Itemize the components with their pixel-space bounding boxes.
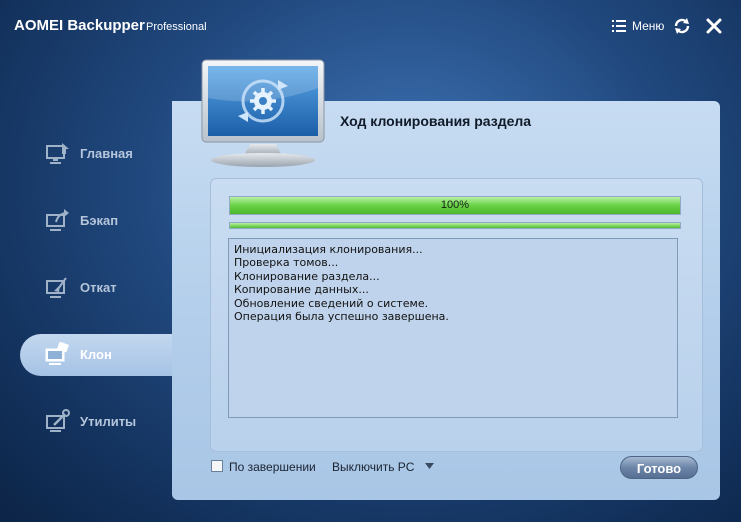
progress-percent: 100% (440, 199, 470, 211)
page-title: Ход клонирования раздела (340, 113, 532, 129)
sidebar-item-clone[interactable]: Клон (20, 334, 180, 376)
app-name: AOMEI Backupper (14, 17, 145, 34)
tools-icon (46, 409, 70, 432)
done-button[interactable]: Готово (620, 456, 698, 479)
log-line: Обновление сведений о системе. (234, 296, 429, 310)
log-line: Проверка томов... (234, 256, 339, 270)
clone-monitor-icon (201, 59, 325, 167)
on-complete-checkbox[interactable] (211, 460, 223, 472)
on-complete-action-select[interactable]: Выключить PC (332, 460, 414, 474)
log-line: Инициализация клонирования... (234, 243, 423, 256)
menu-label: Меню (632, 19, 665, 33)
sidebar-item-label: Бэкап (80, 213, 119, 228)
secondary-progress-bar (229, 222, 681, 229)
log-line: Операция была успешно завершена. (234, 310, 449, 324)
log-line: Копирование данных... (234, 283, 369, 297)
chevron-down-icon[interactable] (425, 463, 434, 470)
app-window: AOMEI Backupper Professional Меню Главна… (0, 0, 741, 522)
sidebar-item-restore[interactable]: Откат (20, 267, 180, 309)
operation-log[interactable]: Инициализация клонирования... Проверка то… (228, 238, 678, 418)
title-bar: AOMEI Backupper Professional Меню (0, 0, 741, 50)
sidebar-item-label: Главная (80, 146, 133, 161)
clone-progress-bar: 100% (229, 196, 681, 215)
sidebar-item-label: Клон (80, 347, 112, 362)
sidebar-item-label: Откат (80, 280, 117, 295)
sidebar-item-backup[interactable]: Бэкап (20, 200, 180, 242)
app-edition: Professional (146, 21, 207, 33)
refresh-icon[interactable] (672, 16, 692, 36)
home-monitor-icon (46, 143, 69, 164)
log-line: Клонирование раздела... (234, 269, 380, 283)
menu-list-icon (612, 20, 626, 32)
clone-icon (45, 342, 69, 365)
restore-icon (46, 277, 67, 298)
sidebar-item-home[interactable]: Главная (20, 133, 180, 175)
menu-button[interactable]: Меню (612, 16, 664, 36)
sidebar-item-label: Утилиты (80, 414, 137, 429)
sidebar-item-tools[interactable]: Утилиты (20, 401, 180, 443)
close-icon[interactable] (704, 16, 724, 36)
on-complete-label: По завершении (229, 460, 316, 474)
sidebar: Главная Бэкап Откат Клон Утилиты (0, 120, 180, 460)
backup-arrow-icon (46, 209, 69, 231)
